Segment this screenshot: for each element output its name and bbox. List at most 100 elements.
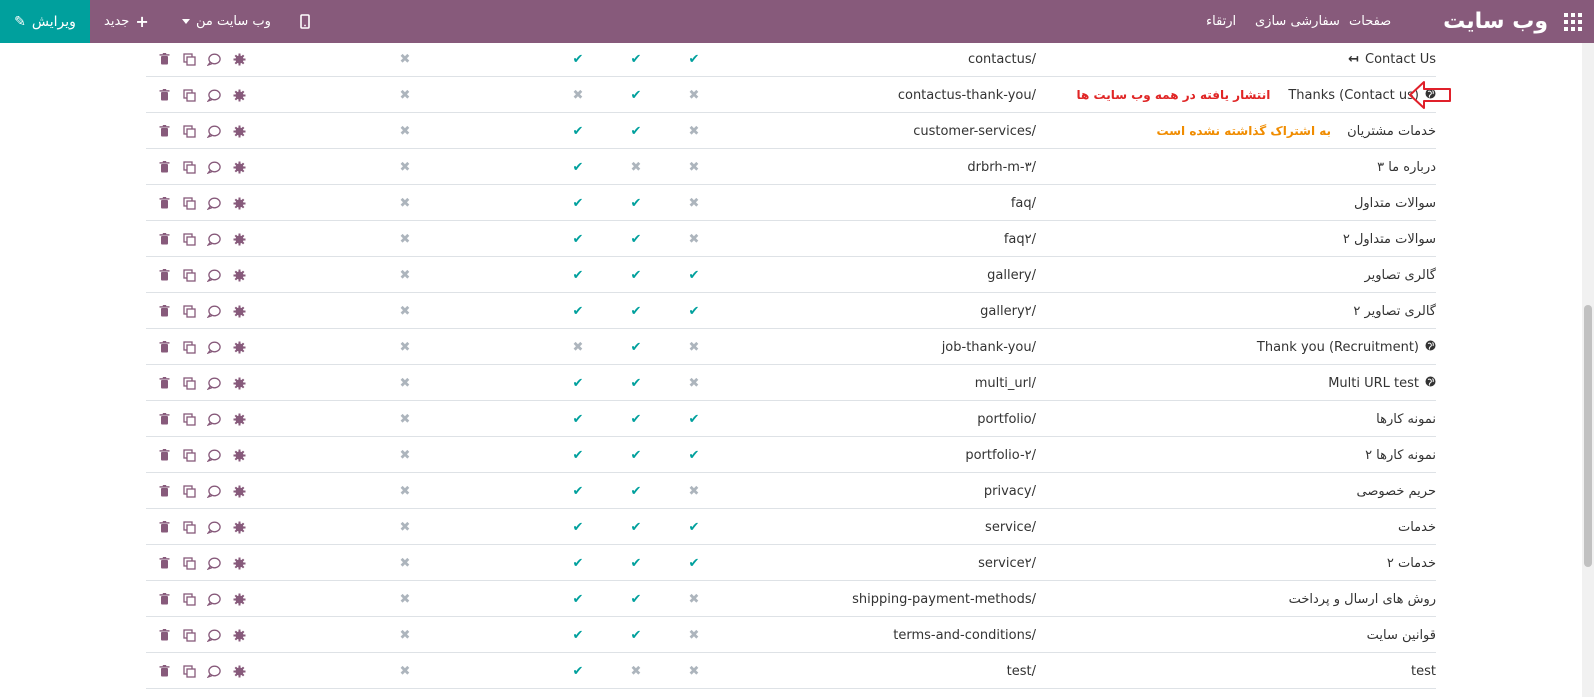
scrollbar-thumb[interactable] — [1584, 305, 1592, 567]
comment-icon[interactable] — [206, 53, 222, 66]
table-row[interactable]: ✖ ✔ ✔ ✖ faq/سوالات متداول — [146, 185, 1436, 221]
mobile-preview-button[interactable] — [300, 0, 310, 43]
comment-icon[interactable] — [206, 89, 222, 102]
table-row[interactable]: ✖ ✔ ✖ ✖ drbrh-m-۳/درباره ما ۳ — [146, 149, 1436, 185]
trash-icon[interactable] — [156, 53, 172, 65]
trash-icon[interactable] — [156, 197, 172, 209]
copy-icon[interactable] — [181, 592, 197, 606]
trash-icon[interactable] — [156, 233, 172, 245]
table-row[interactable]: ✖ ✔ ✔ ✔ service/خدمات — [146, 509, 1436, 545]
page-name[interactable]: خدمات — [1398, 520, 1436, 535]
table-row[interactable]: ✖ ✖ ✔ ✖ job-thank-you/Thank you (Recruitment… — [146, 329, 1436, 365]
gear-icon[interactable] — [231, 449, 247, 462]
copy-icon[interactable] — [181, 412, 197, 426]
menu-upgrade[interactable]: ارتقاء — [1206, 0, 1236, 43]
page-name[interactable]: سوالات متداول — [1354, 196, 1436, 211]
gear-icon[interactable] — [231, 53, 247, 66]
trash-icon[interactable] — [156, 341, 172, 353]
trash-icon[interactable] — [156, 593, 172, 605]
gear-icon[interactable] — [231, 521, 247, 534]
table-row[interactable]: ✖ ✖ ✔ ✖ contactus-thank-you/Thanks (Contact … — [146, 77, 1436, 113]
page-name[interactable]: خدمات مشتریان — [1347, 124, 1436, 139]
copy-icon[interactable] — [181, 376, 197, 390]
new-button[interactable]: جدید + — [104, 0, 149, 43]
trash-icon[interactable] — [156, 557, 172, 569]
gear-icon[interactable] — [231, 305, 247, 318]
table-row[interactable]: ✖ ✔ ✔ ✔ gallery/گالری تصاویر — [146, 257, 1436, 293]
trash-icon[interactable] — [156, 89, 172, 101]
page-name[interactable]: درباره ما ۳ — [1377, 160, 1436, 175]
comment-icon[interactable] — [206, 485, 222, 498]
comment-icon[interactable] — [206, 233, 222, 246]
comment-icon[interactable] — [206, 593, 222, 606]
copy-icon[interactable] — [181, 340, 197, 354]
comment-icon[interactable] — [206, 305, 222, 318]
trash-icon[interactable] — [156, 449, 172, 461]
copy-icon[interactable] — [181, 520, 197, 534]
copy-icon[interactable] — [181, 196, 197, 210]
page-name[interactable]: گالری تصاویر — [1364, 268, 1436, 283]
page-name[interactable]: روش های ارسال و پرداخت — [1289, 592, 1436, 607]
comment-icon[interactable] — [206, 161, 222, 174]
edit-button[interactable]: ✎ ویرایش — [0, 0, 90, 43]
gear-icon[interactable] — [231, 161, 247, 174]
page-name[interactable]: Multi URL test — [1328, 376, 1419, 391]
gear-icon[interactable] — [231, 629, 247, 642]
table-row[interactable]: ✖ ✔ ✔ ✖ customer-services/خدمات مشتریان به اش… — [146, 113, 1436, 149]
gear-icon[interactable] — [231, 233, 247, 246]
table-row[interactable]: ✖ ✔ ✔ ✔ gallery۲/گالری تصاویر ۲ — [146, 293, 1436, 329]
comment-icon[interactable] — [206, 557, 222, 570]
copy-icon[interactable] — [181, 448, 197, 462]
page-name[interactable]: قوانین سایت — [1367, 628, 1436, 643]
comment-icon[interactable] — [206, 125, 222, 138]
trash-icon[interactable] — [156, 665, 172, 677]
trash-icon[interactable] — [156, 125, 172, 137]
table-row[interactable]: ✖ ✔ ✔ ✖ terms-and-conditions/قوانین سایت — [146, 617, 1436, 653]
copy-icon[interactable] — [181, 52, 197, 66]
comment-icon[interactable] — [206, 269, 222, 282]
menu-pages[interactable]: صفحات — [1349, 0, 1391, 43]
copy-icon[interactable] — [181, 556, 197, 570]
table-row[interactable]: ✖ ✔ ✖ ✖ test/test — [146, 653, 1436, 689]
gear-icon[interactable] — [231, 197, 247, 210]
trash-icon[interactable] — [156, 161, 172, 173]
table-row[interactable]: ✖ ✔ ✔ ✔ portfolio-۲/نمونه کارها ۲ — [146, 437, 1436, 473]
table-row[interactable]: ✖ ✔ ✔ ✔ contactus/Contact Us ↤ — [146, 41, 1436, 77]
trash-icon[interactable] — [156, 377, 172, 389]
comment-icon[interactable] — [206, 341, 222, 354]
trash-icon[interactable] — [156, 629, 172, 641]
comment-icon[interactable] — [206, 197, 222, 210]
table-row[interactable]: ✖ ✔ ✔ ✖ faq۲/سوالات متداول ۲ — [146, 221, 1436, 257]
trash-icon[interactable] — [156, 305, 172, 317]
page-name[interactable]: test — [1411, 664, 1436, 679]
copy-icon[interactable] — [181, 124, 197, 138]
website-switcher[interactable]: وب سایت من — [182, 0, 271, 43]
comment-icon[interactable] — [206, 377, 222, 390]
page-name[interactable]: سوالات متداول ۲ — [1343, 232, 1436, 247]
page-name[interactable]: Thanks (Contact us) — [1288, 88, 1419, 103]
gear-icon[interactable] — [231, 341, 247, 354]
table-row[interactable]: ✖ ✔ ✔ ✖ privacy/حریم خصوصی — [146, 473, 1436, 509]
page-name[interactable]: گالری تصاویر ۲ — [1353, 304, 1436, 319]
trash-icon[interactable] — [156, 485, 172, 497]
scrollbar[interactable] — [1582, 43, 1594, 697]
comment-icon[interactable] — [206, 449, 222, 462]
page-name[interactable]: Contact Us — [1365, 52, 1436, 67]
copy-icon[interactable] — [181, 160, 197, 174]
gear-icon[interactable] — [231, 125, 247, 138]
comment-icon[interactable] — [206, 521, 222, 534]
table-row[interactable]: ✖ ✔ ✔ ✔ service۲/خدمات ۲ — [146, 545, 1436, 581]
copy-icon[interactable] — [181, 628, 197, 642]
menu-customize[interactable]: سفارشی سازی — [1255, 0, 1340, 43]
page-name[interactable]: حریم خصوصی — [1356, 484, 1436, 499]
table-row[interactable]: ✖ ✔ ✔ ✖ multi_url/Multi URL test — [146, 365, 1436, 401]
gear-icon[interactable] — [231, 89, 247, 102]
copy-icon[interactable] — [181, 484, 197, 498]
table-row[interactable]: ✖ ✔ ✔ ✖ shipping-payment-methods/روش های ارس… — [146, 581, 1436, 617]
page-name[interactable]: خدمات ۲ — [1387, 556, 1436, 571]
copy-icon[interactable] — [181, 664, 197, 678]
gear-icon[interactable] — [231, 593, 247, 606]
page-name[interactable]: Thank you (Recruitment) — [1257, 340, 1419, 355]
apps-menu-icon[interactable] — [1564, 13, 1582, 31]
trash-icon[interactable] — [156, 413, 172, 425]
